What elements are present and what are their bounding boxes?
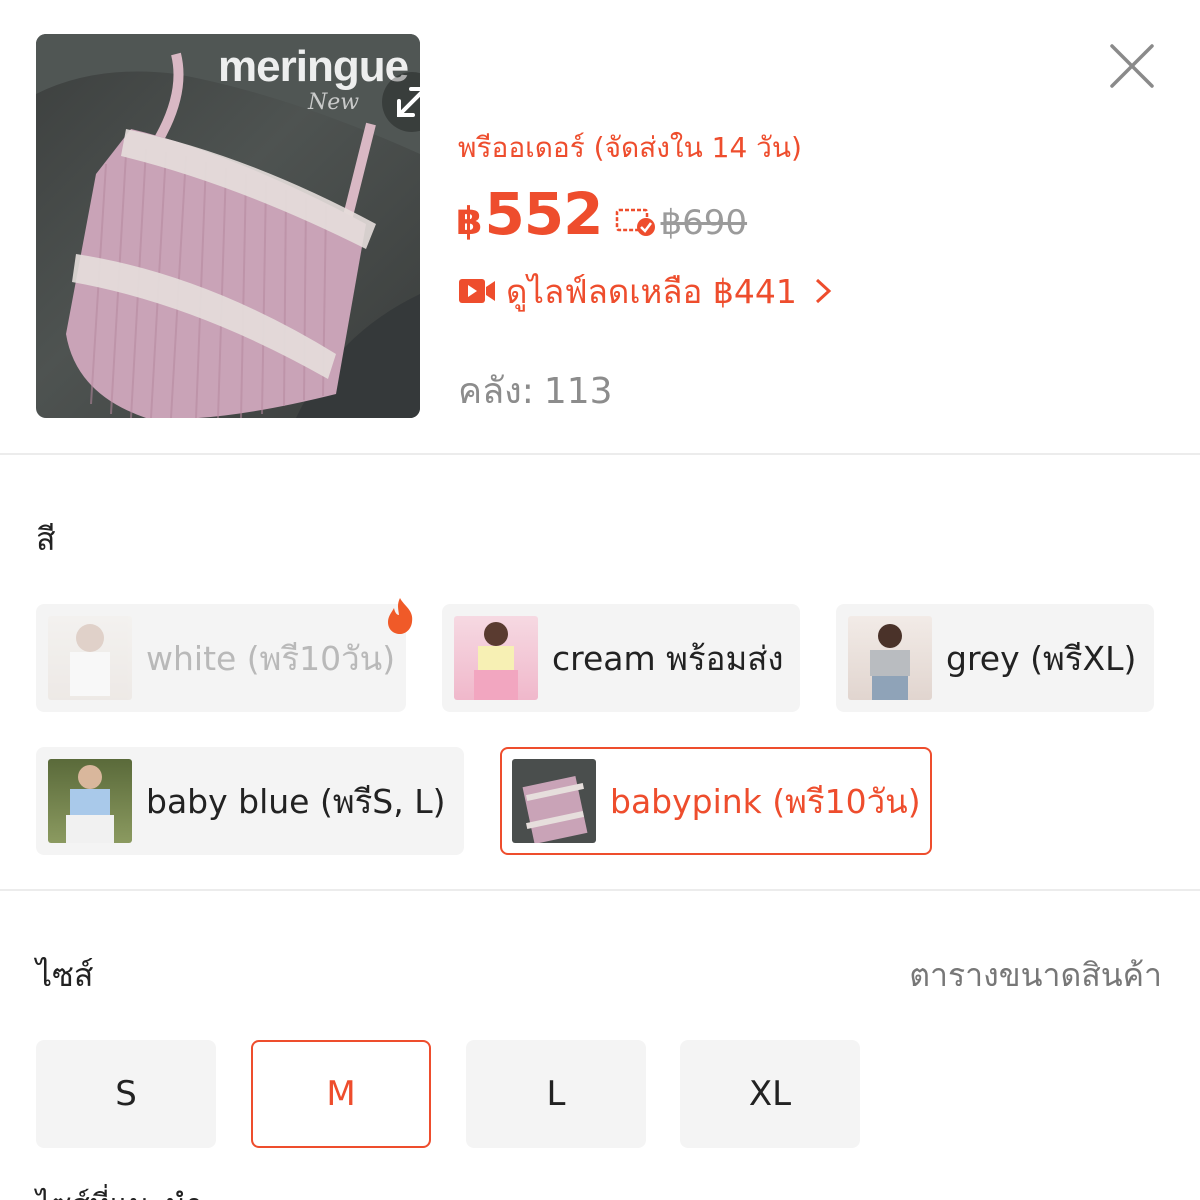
expand-icon xyxy=(397,87,420,117)
chevron-right-icon xyxy=(815,278,832,304)
color-option-label: baby blue (พรีS, L) xyxy=(146,781,446,821)
live-discount-text: ดูไลฟ์ลดเหลือ ฿441 xyxy=(506,271,797,311)
size-guide-link[interactable]: ตารางขนาดสินค้า xyxy=(909,950,1162,1001)
color-option-thumbnail xyxy=(48,616,132,700)
close-icon xyxy=(1110,44,1154,88)
size-section-title: ไซส์ xyxy=(36,956,94,994)
color-option-label: cream พร้อมส่ง xyxy=(552,638,784,678)
size-option-l[interactable]: L xyxy=(466,1040,646,1148)
color-option-baby-blue[interactable]: baby blue (พรีS, L) xyxy=(36,747,464,855)
original-price: ฿690 xyxy=(660,203,748,243)
recommended-size-label: ไซส์ที่แนะนำ xyxy=(36,1182,203,1200)
color-option-grey[interactable]: grey (พรีXL) xyxy=(836,604,1154,712)
color-option-thumbnail xyxy=(454,616,538,700)
divider xyxy=(0,889,1200,891)
preorder-label: พรีออเดอร์ (จัดส่งใน 14 วัน) xyxy=(458,131,802,164)
current-price: 552 xyxy=(484,180,603,248)
color-option-thumbnail xyxy=(848,616,932,700)
size-option-xl[interactable]: XL xyxy=(680,1040,860,1148)
color-section-title: สี xyxy=(36,520,56,558)
product-image[interactable]: meringue New xyxy=(36,34,420,418)
color-option-label: grey (พรีXL) xyxy=(946,638,1137,678)
hot-flame-icon xyxy=(388,598,413,634)
live-discount-link[interactable]: ดูไลฟ์ลดเหลือ ฿441 xyxy=(458,266,833,316)
color-option-thumbnail xyxy=(512,759,596,843)
image-brand-subtext: New xyxy=(308,90,360,115)
color-option-babypink[interactable]: babypink (พรี10วัน) xyxy=(500,747,932,855)
price-currency: ฿ xyxy=(456,199,483,243)
live-video-icon xyxy=(459,279,495,303)
color-option-label: white (พรี10วัน) xyxy=(146,638,396,678)
color-option-white[interactable]: white (พรี10วัน) xyxy=(36,598,413,712)
close-button[interactable] xyxy=(1102,36,1162,96)
size-option-m[interactable]: M xyxy=(251,1040,431,1148)
price-row: ฿ 552 ฿690 xyxy=(456,180,747,250)
voucher-icon xyxy=(615,208,655,236)
color-option-thumbnail xyxy=(48,759,132,843)
divider xyxy=(0,453,1200,455)
stock-value: 113 xyxy=(543,371,613,412)
stock-label: คลัง: xyxy=(458,371,534,412)
size-option-s[interactable]: S xyxy=(36,1040,216,1148)
stock-info: คลัง: 113 xyxy=(458,362,613,419)
color-option-cream[interactable]: cream พร้อมส่ง xyxy=(442,604,800,712)
image-brand-text: meringue xyxy=(218,42,409,91)
color-option-label: babypink (พรี10วัน) xyxy=(610,781,921,821)
